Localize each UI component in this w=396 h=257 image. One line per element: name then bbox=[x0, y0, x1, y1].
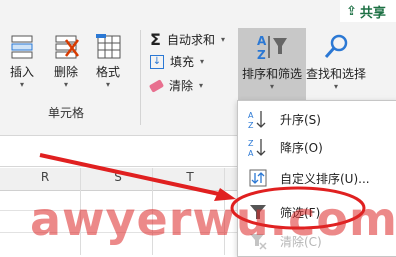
watermark: awyerwu.com bbox=[30, 192, 396, 246]
red-arrow-shaft bbox=[39, 153, 229, 198]
